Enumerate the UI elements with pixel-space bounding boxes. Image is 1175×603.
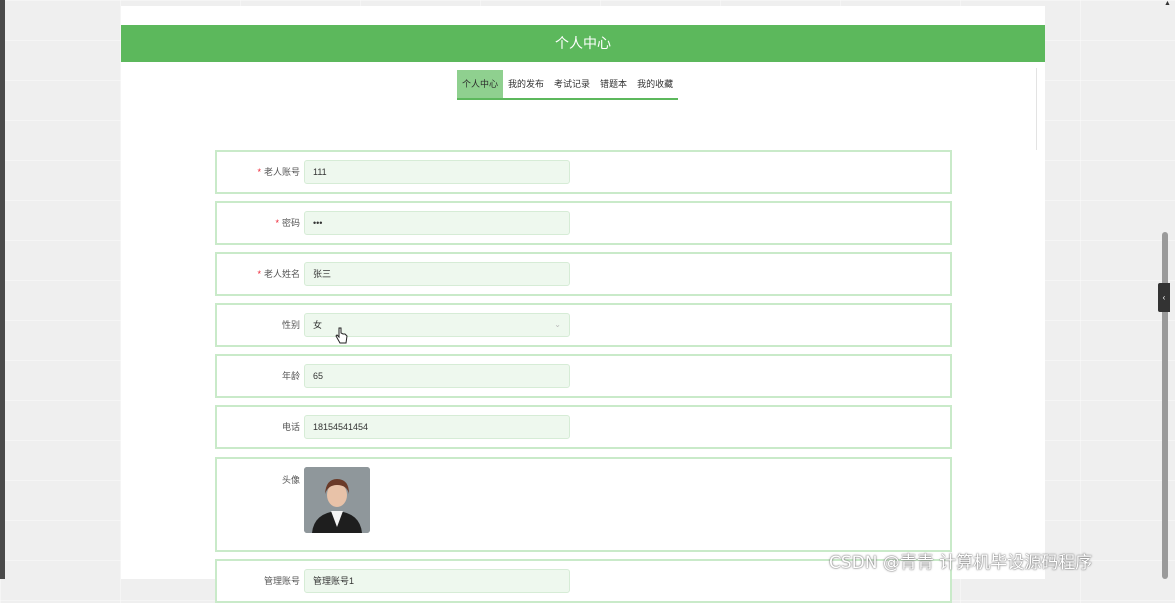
tab-bar: 个人中心 我的发布 考试记录 错题本 我的收藏: [457, 70, 679, 100]
name-label: * 老人姓名: [257, 269, 300, 279]
gender-label: 性别: [281, 320, 300, 330]
avatar[interactable]: [304, 467, 370, 533]
page-container: 个人中心 个人中心 我的发布 考试记录 错题本 我的收藏 * 老人账号 111 *…: [121, 6, 1045, 603]
collapse-handle[interactable]: ‹: [1158, 283, 1170, 312]
page-title: 个人中心: [121, 25, 1045, 62]
required-mark: *: [257, 167, 261, 177]
tab-favorites[interactable]: 我的收藏: [632, 70, 679, 98]
account-field[interactable]: 111: [304, 160, 570, 184]
admin-account-label: 管理账号: [263, 576, 300, 586]
chevron-down-icon: ⌄: [554, 320, 561, 329]
form-row-gender: 性别 女 ⌄: [215, 303, 952, 347]
admin-account-field[interactable]: 管理账号1: [304, 569, 570, 593]
form-row-account: * 老人账号 111: [215, 150, 952, 194]
window-left-border: [0, 0, 5, 579]
name-field[interactable]: 张三: [304, 262, 570, 286]
age-field[interactable]: 65: [304, 364, 570, 388]
tab-profile[interactable]: 个人中心: [457, 70, 504, 98]
form-row-age: 年龄 65: [215, 354, 952, 398]
required-mark: *: [257, 269, 261, 279]
phone-label: 电话: [281, 422, 300, 432]
phone-field[interactable]: 18154541454: [304, 415, 570, 439]
form-row-avatar: 头像: [215, 457, 952, 552]
hand-cursor-icon: [335, 327, 349, 345]
password-field[interactable]: •••: [304, 211, 570, 235]
form-row-name: * 老人姓名 张三: [215, 252, 952, 296]
form-row-phone: 电话 18154541454: [215, 405, 952, 449]
age-label: 年龄: [281, 371, 300, 381]
form-row-password: * 密码 •••: [215, 201, 952, 245]
required-mark: *: [275, 218, 279, 228]
tab-wrong-questions[interactable]: 错题本: [595, 70, 633, 98]
tab-exam-records[interactable]: 考试记录: [549, 70, 596, 98]
password-label: * 密码: [275, 218, 300, 228]
account-label: * 老人账号: [257, 167, 300, 177]
scroll-up-icon[interactable]: ▲: [1164, 0, 1171, 7]
watermark: CSDN @青青 计算机毕设源码程序: [829, 553, 1093, 573]
chevron-left-icon: ‹: [1162, 293, 1166, 302]
gender-value: 女: [313, 320, 323, 330]
avatar-label: 头像: [281, 475, 300, 485]
tab-my-posts[interactable]: 我的发布: [503, 70, 550, 98]
divider: [1036, 68, 1037, 150]
